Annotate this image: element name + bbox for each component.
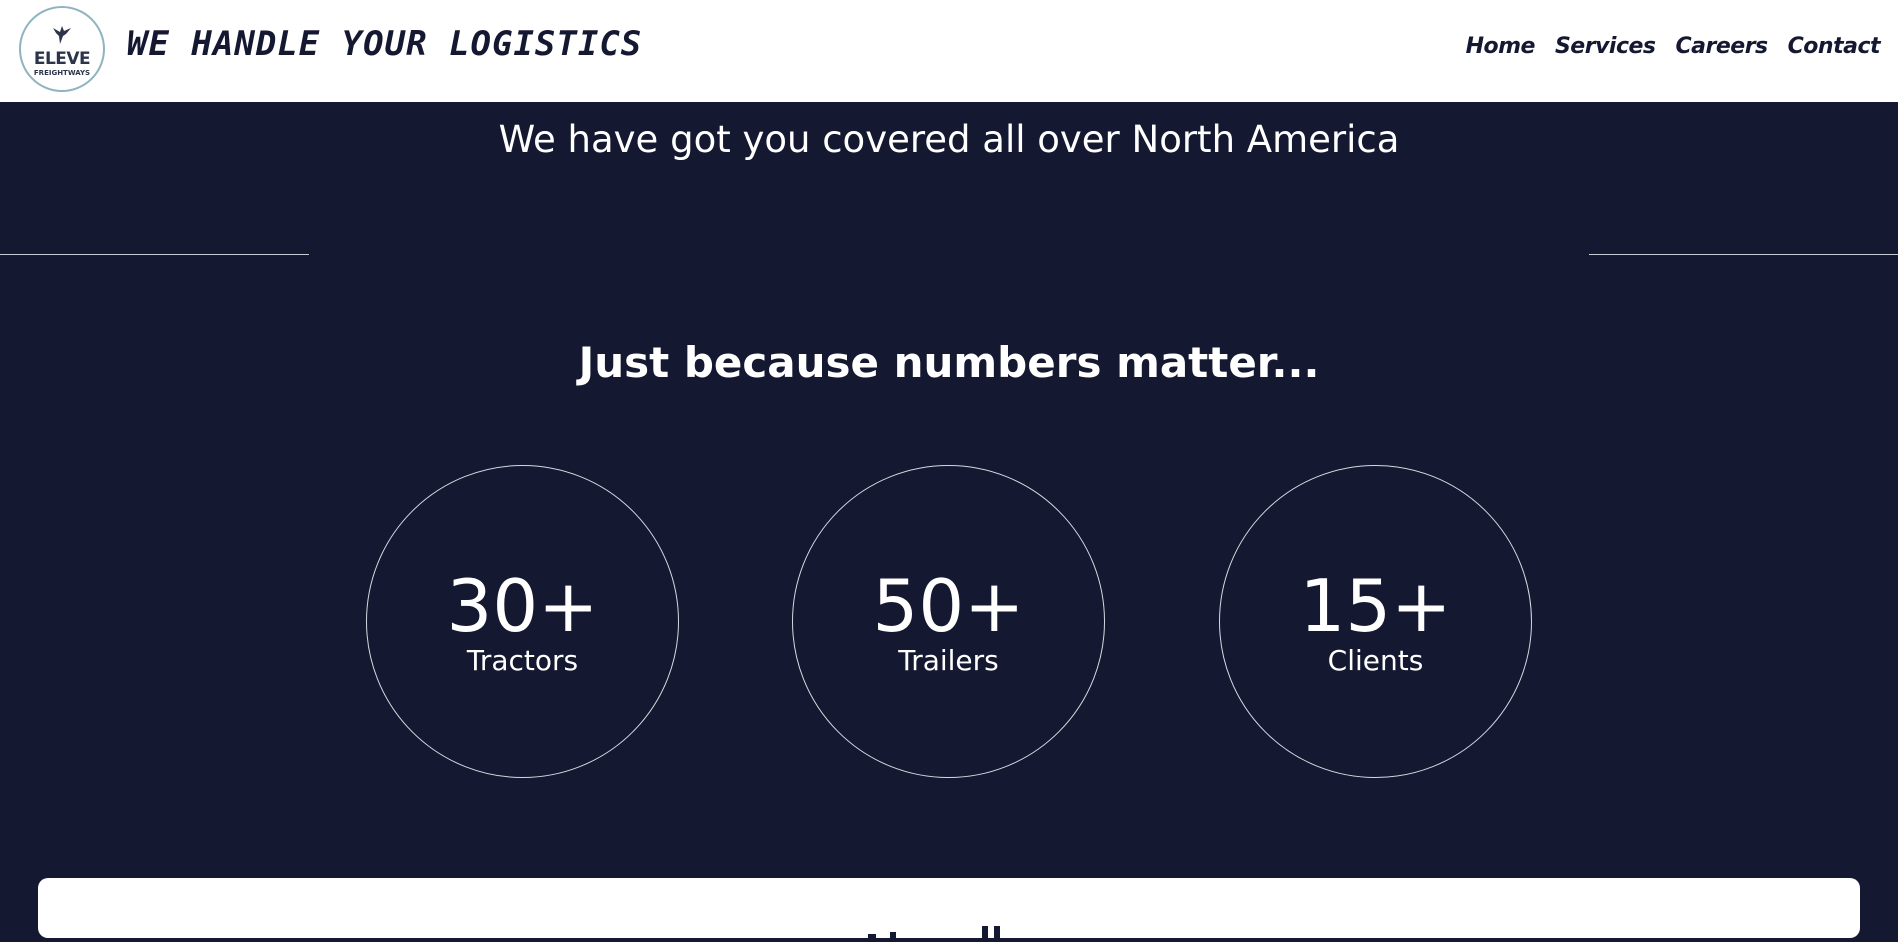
divider-left: [0, 254, 309, 255]
nav-link-home[interactable]: Home: [1466, 34, 1536, 59]
stat-circle-trailers: 50+ Trailers: [792, 465, 1105, 778]
nav-link-contact[interactable]: Contact: [1788, 34, 1881, 59]
stat-circle-tractors: 30+ Tractors: [366, 465, 679, 778]
nav-link-services[interactable]: Services: [1555, 34, 1656, 59]
company-logo[interactable]: ELEVE FREIGHTWAYS: [19, 6, 105, 92]
nav-link-careers[interactable]: Careers: [1676, 34, 1769, 59]
divider-right: [1589, 254, 1898, 255]
stat-label: Clients: [1327, 644, 1424, 677]
main-nav: Home Services Careers Contact: [1466, 34, 1881, 59]
stat-value: 50+: [872, 564, 1025, 648]
stat-label: Tractors: [466, 644, 579, 677]
stat-label: Trailers: [898, 644, 999, 677]
numbers-heading: Just because numbers matter...: [578, 338, 1320, 387]
content-card: [38, 878, 1860, 942]
header-tagline: WE HANDLE YOUR LOGISTICS: [127, 24, 643, 64]
logo-subtitle: FREIGHTWAYS: [33, 69, 91, 77]
site-header: ELEVE FREIGHTWAYS WE HANDLE YOUR LOGISTI…: [0, 0, 1898, 102]
logo-wordmark: ELEVE: [33, 49, 91, 69]
stat-value: 15+: [1299, 564, 1452, 648]
card-heading-partial: [868, 926, 1000, 942]
stat-value: 30+: [446, 564, 599, 648]
stat-circle-clients: 15+ Clients: [1219, 465, 1532, 778]
coverage-subtitle: We have got you covered all over North A…: [498, 118, 1400, 161]
bird-icon: [53, 26, 71, 44]
